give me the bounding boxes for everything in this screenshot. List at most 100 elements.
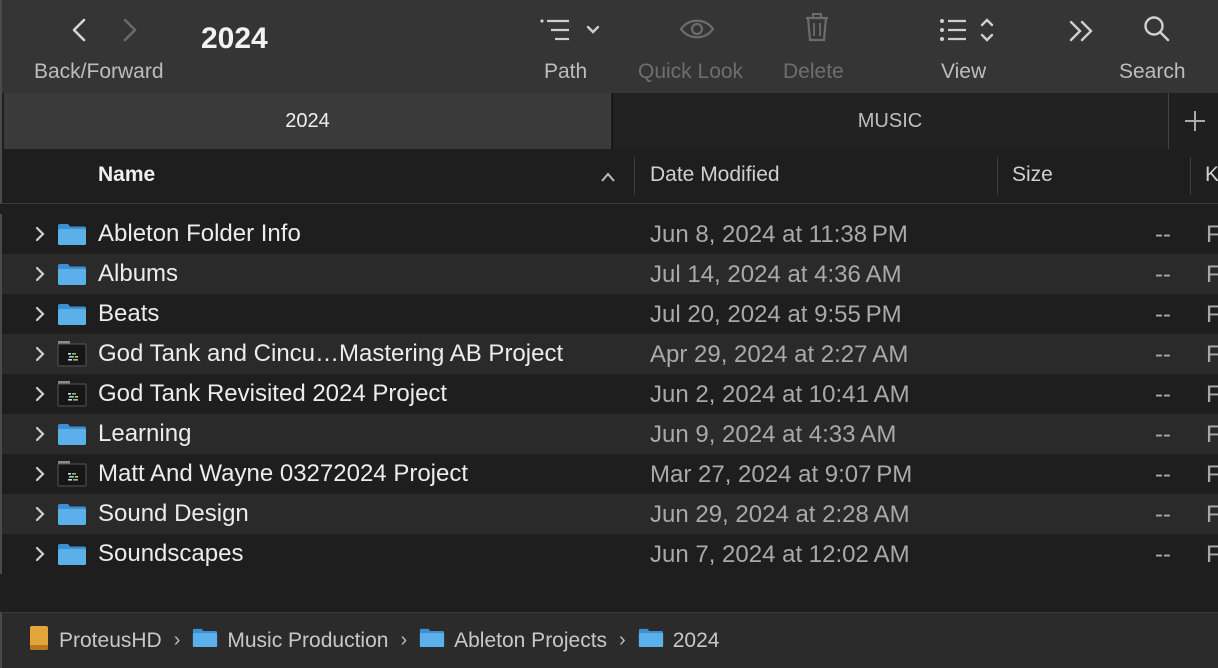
folder-icon [419,628,445,648]
folder-icon [58,544,86,565]
file-list: Ableton Folder Info Jun 8, 2024 at 11:38 … [0,214,1218,574]
breadcrumb-item[interactable]: 2024 [638,627,719,654]
breadcrumb-item[interactable]: Music Production [192,627,388,654]
quicklook-label: Quick Look [638,60,744,83]
file-kind: F [1206,341,1218,368]
back-forward-label: Back/Forward [34,60,164,83]
date-modified: Jul 14, 2024 at 4:36 AM [650,261,902,288]
row-icon [57,262,87,291]
chevron-right-icon: › [619,629,626,651]
date-modified: Jun 7, 2024 at 12:02 AM [650,541,910,568]
back-chevron-icon[interactable] [70,17,88,43]
overflow-chevrons-icon[interactable] [1068,19,1096,43]
path-list-icon[interactable] [539,17,603,43]
file-kind: F [1206,301,1218,328]
drive-icon [30,625,48,650]
date-modified: Jun 2, 2024 at 10:41 AM [650,381,910,408]
folder-icon [58,424,86,445]
tab-bar: 2024 MUSIC [0,93,1218,149]
disclosure-chevron-icon[interactable] [34,465,46,483]
folder-icon [58,504,86,525]
column-separator[interactable] [997,157,998,195]
table-row[interactable]: Learning Jun 9, 2024 at 4:33 AM -- F [2,414,1218,454]
date-modified: Jul 20, 2024 at 9:55 PM [650,301,902,328]
row-icon [57,422,87,451]
breadcrumb-icon [192,627,218,654]
file-size: -- [1155,461,1171,488]
file-size: -- [1155,381,1171,408]
file-kind: F [1206,221,1218,248]
view-list-icon[interactable] [939,16,999,44]
plus-icon [1184,111,1205,131]
breadcrumb-icon [638,627,664,654]
folder-icon [58,304,86,325]
file-name: Soundscapes [98,540,244,567]
file-size: -- [1155,221,1171,248]
column-separator[interactable] [1190,157,1191,195]
file-name: Ableton Folder Info [98,220,301,247]
folder-icon [58,264,86,285]
file-name: Beats [98,300,160,327]
ableton-project-icon [57,461,87,487]
breadcrumb-label: Music Production [227,628,389,652]
file-kind: F [1206,381,1218,408]
file-size: -- [1155,421,1171,448]
disclosure-chevron-icon[interactable] [34,225,46,243]
new-tab-button[interactable] [1168,93,1218,149]
disclosure-chevron-icon[interactable] [34,265,46,283]
folder-icon [193,628,218,648]
table-row[interactable]: God Tank Revisited 2024 Project Jun 2, 20… [2,374,1218,414]
column-name[interactable]: Name [98,163,155,187]
table-row[interactable]: God Tank and Cincu…Mastering AB Project A… [2,334,1218,374]
date-modified: Jun 8, 2024 at 11:38 PM [650,221,908,248]
ableton-project-icon [57,381,87,407]
folder-icon [58,224,86,245]
eye-icon[interactable] [679,17,715,41]
table-row[interactable]: Matt And Wayne 03272024 Project Mar 27, 2… [2,454,1218,494]
column-kind[interactable]: K [1205,163,1218,187]
disclosure-chevron-icon[interactable] [34,305,46,323]
breadcrumb-icon [28,625,50,657]
folder-icon [638,628,663,648]
tab-2024[interactable]: 2024 [4,93,611,149]
disclosure-chevron-icon[interactable] [34,505,46,523]
file-name: Learning [98,420,192,447]
table-row[interactable]: Albums Jul 14, 2024 at 4:36 AM -- F [2,254,1218,294]
forward-chevron-icon[interactable] [121,17,139,43]
file-size: -- [1155,541,1171,568]
column-separator[interactable] [634,157,635,195]
breadcrumb-icon [419,627,445,654]
path-bar: ProteusHD › Music Production › Ableton Proje… [0,612,1218,668]
tab-music[interactable]: MUSIC [612,93,1167,149]
disclosure-chevron-icon[interactable] [34,545,46,563]
row-icon [57,459,87,492]
column-header: Name Date Modified Size K [0,149,1218,204]
toolbar: Back/Forward 2024 Path Quick Look Delete… [0,0,1218,93]
column-date-modified[interactable]: Date Modified [650,163,780,187]
file-kind: F [1206,461,1218,488]
disclosure-chevron-icon[interactable] [34,385,46,403]
row-icon [57,542,87,571]
breadcrumb-item[interactable]: ProteusHD [28,625,162,657]
delete-label: Delete [783,60,844,83]
disclosure-chevron-icon[interactable] [34,425,46,443]
file-size: -- [1155,341,1171,368]
table-row[interactable]: Ableton Folder Info Jun 8, 2024 at 11:38 … [2,214,1218,254]
table-row[interactable]: Beats Jul 20, 2024 at 9:55 PM -- F [2,294,1218,334]
row-icon [57,302,87,331]
file-size: -- [1155,301,1171,328]
breadcrumb-item[interactable]: Ableton Projects [419,627,607,654]
trash-icon[interactable] [805,12,829,42]
file-name: God Tank Revisited 2024 Project [98,380,448,407]
table-row[interactable]: Sound Design Jun 29, 2024 at 2:28 AM -- F [2,494,1218,534]
search-icon[interactable] [1143,15,1171,43]
disclosure-chevron-icon[interactable] [34,345,46,363]
file-size: -- [1155,501,1171,528]
table-row[interactable]: Soundscapes Jun 7, 2024 at 12:02 AM -- F [2,534,1218,574]
sort-ascending-icon[interactable] [600,171,616,183]
file-name: Matt And Wayne 03272024 Project [98,460,469,487]
date-modified: Jun 29, 2024 at 2:28 AM [650,501,910,528]
chevron-right-icon: › [173,629,181,651]
breadcrumb-label: Ableton Projects [454,628,608,652]
column-size[interactable]: Size [1012,163,1053,187]
